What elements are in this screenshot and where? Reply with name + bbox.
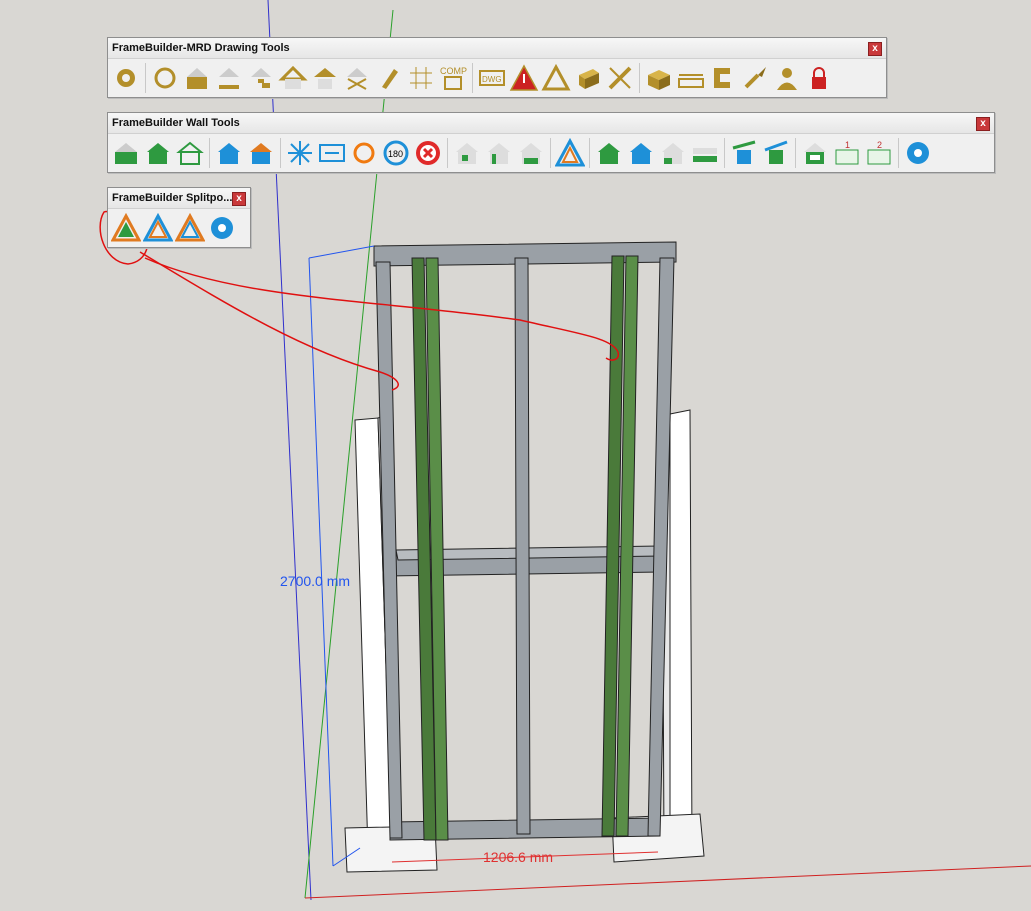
- settings-gear-icon[interactable]: [110, 62, 142, 94]
- house-partial-icon[interactable]: [657, 137, 689, 169]
- dwg-export-icon[interactable]: DWG: [476, 62, 508, 94]
- orange-refresh-icon[interactable]: [348, 137, 380, 169]
- splitpost-title[interactable]: FrameBuilder Splitpo... x: [108, 188, 250, 209]
- house-roof-icon[interactable]: [277, 62, 309, 94]
- cross-bracing-icon[interactable]: [341, 62, 373, 94]
- comp-label: COMP: [440, 66, 467, 76]
- brush-icon[interactable]: [739, 62, 771, 94]
- wall-green-icon[interactable]: [110, 137, 142, 169]
- separator: [795, 138, 796, 168]
- expand-arrows-icon[interactable]: [284, 137, 316, 169]
- splitpost-orange-icon[interactable]: [174, 212, 206, 244]
- separator: [639, 63, 640, 93]
- separator: [472, 63, 473, 93]
- wall-cladding-icon[interactable]: [181, 62, 213, 94]
- refresh-icon[interactable]: [149, 62, 181, 94]
- splitpost-blue-icon[interactable]: [142, 212, 174, 244]
- dim-height-label[interactable]: 2700.0 mm: [280, 573, 350, 589]
- dim-height-ext-top: [308, 245, 375, 259]
- toolbar-title-text: FrameBuilder Splitpo...: [112, 192, 233, 204]
- house-door-icon[interactable]: [483, 137, 515, 169]
- warning-triangle-icon[interactable]: [508, 62, 540, 94]
- roof-lean-blue-icon[interactable]: [760, 137, 792, 169]
- close-icon[interactable]: x: [976, 117, 990, 131]
- separator: [280, 138, 281, 168]
- roof-truss-icon[interactable]: [309, 62, 341, 94]
- right-white-board[interactable]: [669, 409, 693, 851]
- dim-width-label[interactable]: 1206.6 mm: [483, 849, 553, 865]
- roof-lean-icon[interactable]: [728, 137, 760, 169]
- wall-grid-2-icon[interactable]: 2: [863, 137, 895, 169]
- package-box-icon[interactable]: [643, 62, 675, 94]
- annotation-arrow-left: [139, 251, 399, 391]
- dwg-label: DWG: [482, 75, 502, 84]
- comp-report-icon[interactable]: COMP: [437, 62, 469, 94]
- user-icon[interactable]: [771, 62, 803, 94]
- resize-icon[interactable]: [316, 137, 348, 169]
- tools-pencil-icon[interactable]: [604, 62, 636, 94]
- splitpost-buttons: [108, 209, 250, 247]
- lock-icon[interactable]: [803, 62, 835, 94]
- measure-icon[interactable]: [675, 62, 707, 94]
- separator: [209, 138, 210, 168]
- toolbar-title-text: FrameBuilder Wall Tools: [112, 117, 240, 129]
- drawing-tools-toolbar[interactable]: FrameBuilder-MRD Drawing Tools x COMP DW…: [107, 37, 887, 98]
- house-blue-icon[interactable]: [213, 137, 245, 169]
- splitpost-green-icon[interactable]: [110, 212, 142, 244]
- separator: [550, 138, 551, 168]
- greenhouse-icon[interactable]: [174, 137, 206, 169]
- separator: [589, 138, 590, 168]
- dim-height-line[interactable]: [308, 257, 334, 867]
- house-green-icon[interactable]: [142, 137, 174, 169]
- separator: [145, 63, 146, 93]
- grid-2-label: 2: [877, 140, 882, 150]
- pencil-icon[interactable]: [373, 62, 405, 94]
- delete-x-icon[interactable]: [412, 137, 444, 169]
- wall-tools-buttons: 180 1 2: [108, 134, 994, 172]
- splitpost-settings-icon[interactable]: [206, 212, 238, 244]
- blue-gear-icon[interactable]: [902, 137, 934, 169]
- close-icon[interactable]: x: [232, 192, 246, 206]
- drawing-tools-title[interactable]: FrameBuilder-MRD Drawing Tools x: [108, 38, 886, 59]
- drawing-tools-buttons: COMP DWG: [108, 59, 886, 97]
- blue-triangle-icon[interactable]: [554, 137, 586, 169]
- house-stairs-icon[interactable]: [245, 62, 277, 94]
- toolbar-title-text: FrameBuilder-MRD Drawing Tools: [112, 42, 290, 54]
- separator: [447, 138, 448, 168]
- rotate-label: 180: [388, 149, 403, 159]
- separator: [724, 138, 725, 168]
- close-icon[interactable]: x: [868, 42, 882, 56]
- rotate-180-icon[interactable]: 180: [380, 137, 412, 169]
- house-window-icon[interactable]: [245, 137, 277, 169]
- house-blue-stairs-icon[interactable]: [625, 137, 657, 169]
- wall-panel-icon[interactable]: [799, 137, 831, 169]
- house-window-opening-icon[interactable]: [515, 137, 547, 169]
- triangle-frame-icon[interactable]: [540, 62, 572, 94]
- wall-base-icon[interactable]: [689, 137, 721, 169]
- stud-center[interactable]: [514, 257, 531, 835]
- wall-opening-icon[interactable]: [451, 137, 483, 169]
- splitpost-toolbar[interactable]: FrameBuilder Splitpo... x: [107, 187, 251, 248]
- wall-tools-title[interactable]: FrameBuilder Wall Tools x: [108, 113, 994, 134]
- grid-1-label: 1: [845, 140, 850, 150]
- wall-grid-1-icon[interactable]: 1: [831, 137, 863, 169]
- clamp-icon[interactable]: [707, 62, 739, 94]
- grid-icon[interactable]: [405, 62, 437, 94]
- wall-tools-toolbar[interactable]: FrameBuilder Wall Tools x 180 1 2: [107, 112, 995, 173]
- house-base-icon[interactable]: [213, 62, 245, 94]
- house-green-stairs-icon[interactable]: [593, 137, 625, 169]
- gold-box-icon[interactable]: [572, 62, 604, 94]
- separator: [898, 138, 899, 168]
